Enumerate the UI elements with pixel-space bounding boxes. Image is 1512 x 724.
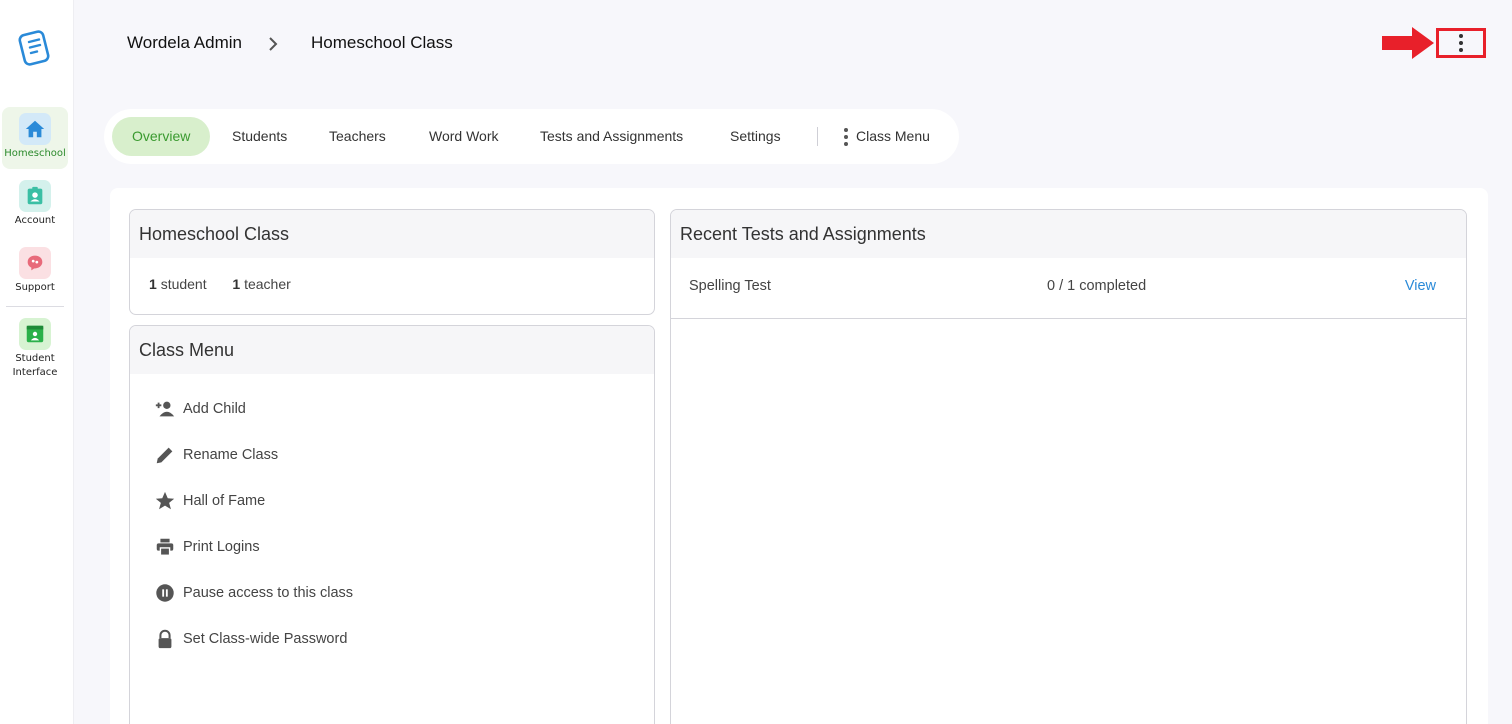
tab-students[interactable]: Students [212,117,307,156]
chevron-right-icon [269,37,278,51]
sidebar-item-label: Support [15,282,55,293]
tab-tests-and-assignments[interactable]: Tests and Assignments [520,117,703,156]
student-count: 1 [149,276,157,292]
menu-item-label: Print Logins [183,539,260,555]
pencil-icon [156,447,173,464]
menu-item-rename-class[interactable]: Rename Class [130,432,654,478]
card-title: Recent Tests and Assignments [671,210,1466,258]
student-interface-icon [19,318,51,350]
teacher-label: teacher [244,276,291,292]
table-row: Spelling Test 0 / 1 completed View [671,258,1466,319]
wordela-logo-icon[interactable] [18,30,52,66]
sidebar-item-label: Student Interface [12,353,58,378]
home-icon [19,113,51,145]
menu-item-pause-access[interactable]: Pause access to this class [130,570,654,616]
sidebar-item-label: Homeschool [4,148,66,159]
view-link[interactable]: View [1405,278,1436,294]
kebab-icon [1459,34,1463,52]
sidebar-item-homeschool[interactable]: Homeschool [2,107,68,169]
account-badge-icon [19,180,51,212]
red-arrow-icon [1382,27,1434,59]
menu-item-label: Add Child [183,401,246,417]
lock-icon [158,629,172,649]
student-label: student [160,276,207,292]
add-person-icon [155,401,175,417]
sidebar-item-support[interactable]: Support [2,241,68,299]
menu-item-print-logins[interactable]: Print Logins [130,524,654,570]
recent-tests-card: Recent Tests and Assignments Spelling Te… [670,209,1467,724]
sidebar-item-account[interactable]: Account [2,174,68,232]
teacher-count: 1 [232,276,241,292]
sidebar: Homeschool Account Support Student Inter… [0,0,74,724]
class-summary-card: Homeschool Class 1 student 1 teacher [129,209,655,315]
class-menu-list: Add Child Rename Class Hall of Fame Prin… [130,374,654,662]
pause-icon [156,584,174,602]
menu-item-set-password[interactable]: Set Class-wide Password [130,616,654,662]
kebab-icon [844,128,848,147]
content-panel: Homeschool Class 1 student 1 teacher Cla… [110,188,1488,724]
menu-item-hall-of-fame[interactable]: Hall of Fame [130,478,654,524]
more-options-button[interactable] [1436,28,1486,58]
menu-item-label: Pause access to this class [183,585,354,601]
assignment-progress: 0 / 1 completed [1047,278,1147,294]
menu-item-add-child[interactable]: Add Child [130,386,654,432]
class-menu-card: Class Menu Add Child Rename Class Hall o… [129,325,655,724]
star-icon [155,491,175,510]
tab-divider [817,127,818,146]
tab-word-work[interactable]: Word Work [409,117,519,156]
tab-teachers[interactable]: Teachers [309,117,406,156]
breadcrumb-root[interactable]: Wordela Admin [127,33,242,53]
sidebar-divider [6,306,64,307]
menu-item-label: Set Class-wide Password [183,631,348,647]
sidebar-item-label: Account [14,215,56,226]
tab-overview[interactable]: Overview [112,117,211,156]
support-brain-icon [19,247,51,279]
breadcrumb-current: Homeschool Class [311,33,453,52]
tab-bar: Overview Students Teachers Word Work Tes… [104,109,959,164]
menu-item-label: Rename Class [183,447,279,463]
menu-item-label: Hall of Fame [183,493,266,509]
tab-settings[interactable]: Settings [710,117,801,156]
card-title: Homeschool Class [130,210,654,258]
tab-label: Class Menu [856,128,930,144]
assignment-name: Spelling Test [689,278,771,294]
tab-class-menu[interactable]: Class Menu [824,117,950,156]
printer-icon [156,538,174,556]
card-title: Class Menu [130,326,654,374]
sidebar-item-student-interface[interactable]: Student Interface [2,312,68,384]
class-counts: 1 student 1 teacher [130,258,654,310]
